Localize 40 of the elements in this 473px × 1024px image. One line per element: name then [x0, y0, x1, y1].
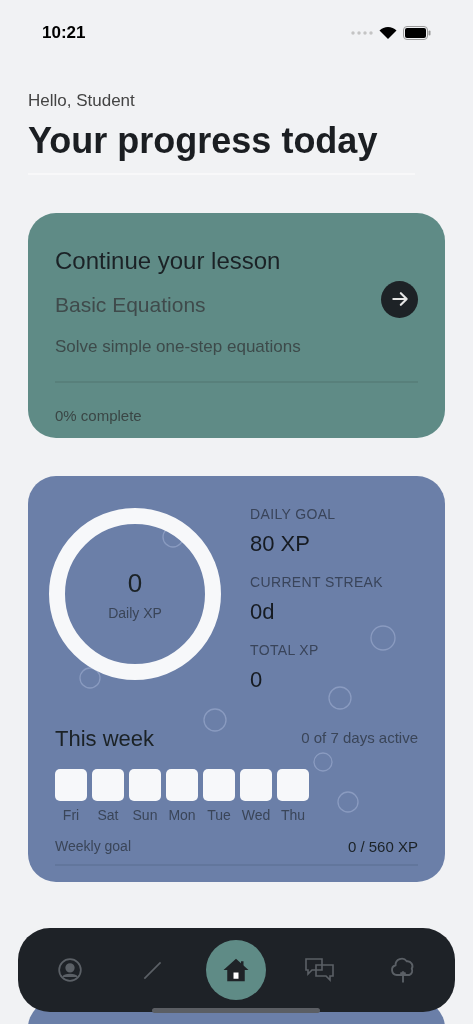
bubble: [79, 666, 101, 689]
lesson-card[interactable]: Continue your lesson Basic Equations Solve simple one-step equations 0% complete: [28, 212, 445, 438]
day-label: Mon: [168, 805, 196, 825]
day-label: Thu: [280, 805, 306, 825]
signal-icon: [351, 30, 373, 35]
bubble: [313, 751, 333, 772]
progress-label: 0% complete: [55, 405, 143, 426]
bubble: [203, 707, 227, 732]
lesson-title: Basic Equations: [55, 291, 207, 318]
day-label: Tue: [207, 805, 231, 825]
stat-value: 0d: [250, 597, 276, 626]
page-title: Your progress today: [28, 118, 379, 163]
week-summary: 0 of 7 days active: [301, 727, 418, 748]
profile-icon: [56, 957, 83, 983]
stat-value: 0: [250, 665, 264, 694]
status-time: 10:21: [42, 21, 86, 44]
stat-value: 80 XP: [250, 529, 311, 558]
day-label: Fri: [62, 805, 80, 825]
weekly-goal-value: 0 / 560 XP: [347, 836, 418, 857]
daily-xp-label: Daily XP: [108, 603, 162, 623]
bubble: [337, 790, 359, 813]
chat-icon: [302, 956, 337, 984]
day-label: Sat: [97, 805, 119, 825]
battery-icon: [403, 25, 431, 40]
lesson-heading: Continue your lesson: [55, 245, 282, 276]
continue-button[interactable]: [381, 280, 418, 318]
stat-label: TOTAL XP: [250, 640, 320, 660]
stat-label: CURRENT STREAK: [250, 572, 383, 592]
day-label: Sun: [132, 805, 158, 825]
wifi-icon: [379, 25, 397, 40]
stat-label: DAILY GOAL: [250, 504, 337, 524]
greeting: Hello, Student: [28, 90, 136, 112]
arrow-right-icon: [389, 289, 410, 309]
bubble: [370, 624, 396, 651]
day-label: Wed: [241, 805, 271, 825]
lesson-description: Solve simple one-step equations: [55, 336, 301, 358]
bubble: [328, 685, 352, 710]
daily-xp-value: 0: [127, 566, 143, 600]
weekly-goal-label: Weekly goal: [55, 837, 131, 857]
week-title: This week: [55, 724, 155, 753]
